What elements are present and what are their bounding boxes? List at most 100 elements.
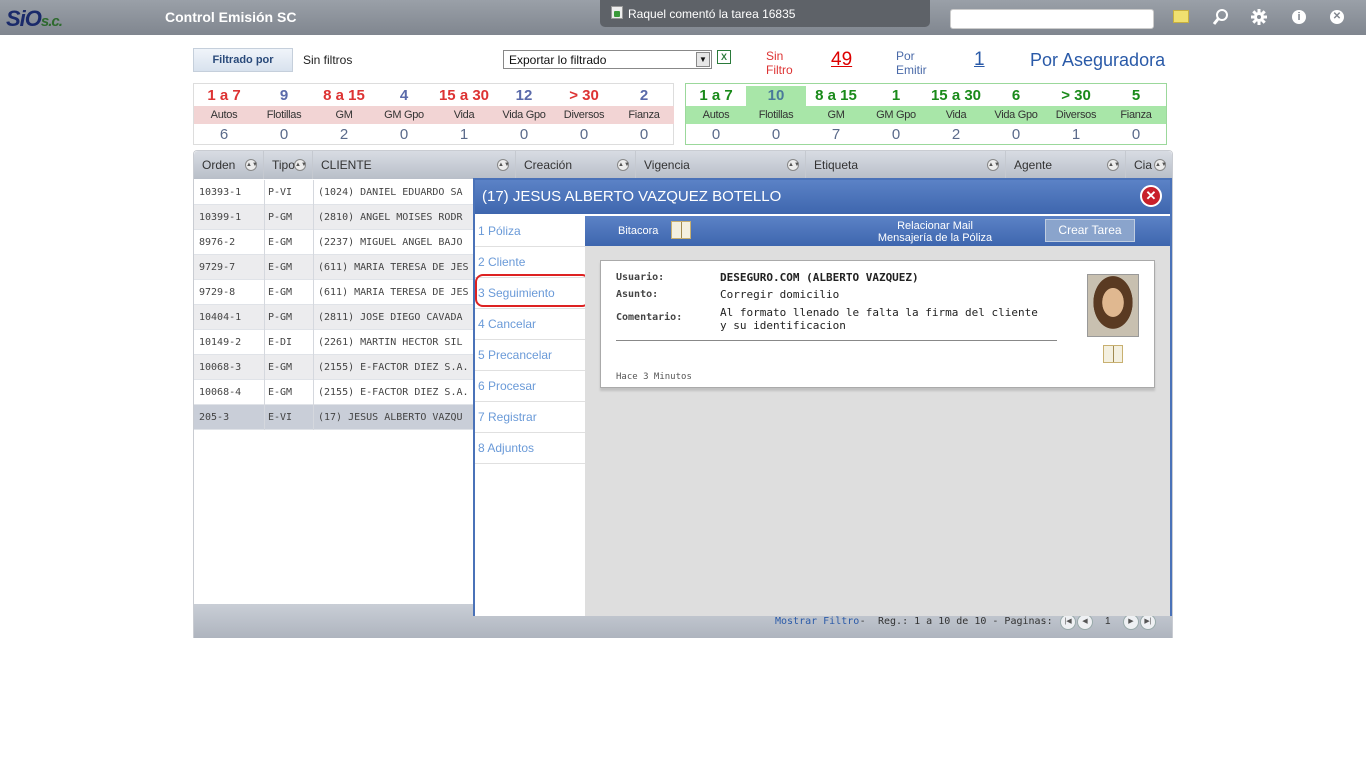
stat-label: Fianza	[614, 106, 674, 124]
stat-category[interactable]: > 30	[554, 86, 614, 106]
comentario-value: Al formato llenado le falta la firma del…	[720, 306, 1038, 332]
stat-category[interactable]: 8 a 15	[314, 86, 374, 106]
col-header-creacion[interactable]: Creación ▲▼	[516, 151, 636, 179]
modal-nav-item[interactable]: 5 Precancelar	[475, 340, 585, 371]
usuario-label: Usuario:	[616, 272, 665, 283]
stat-category[interactable]: 5	[1106, 86, 1166, 106]
col-header-vigencia[interactable]: Vigencia ▲▼	[636, 151, 806, 179]
table-row[interactable]: 10393-1 P-VI (1024) DANIEL EDUARDO SA	[194, 180, 474, 205]
stat-category[interactable]: 15 a 30	[434, 86, 494, 106]
col-header-orden[interactable]: Orden ▲▼	[194, 151, 264, 179]
sort-icon[interactable]: ▲▼	[294, 159, 307, 171]
stat-value[interactable]: 2	[926, 125, 986, 145]
stat-category[interactable]: 10	[746, 86, 806, 106]
table-row[interactable]: 8976-2 E-GM (2237) MIGUEL ANGEL BAJO	[194, 230, 474, 255]
stat-category[interactable]: 6	[986, 86, 1046, 106]
note-icon[interactable]	[1173, 10, 1189, 23]
sort-icon[interactable]: ▲▼	[1154, 159, 1167, 171]
modal-nav-item[interactable]: 7 Registrar	[475, 402, 585, 433]
stat-category[interactable]: 1 a 7	[686, 86, 746, 106]
stat-category[interactable]: 4	[374, 86, 434, 106]
col-header-cliente[interactable]: CLIENTE ▲▼	[313, 151, 516, 179]
close-icon[interactable]: ✕	[1330, 10, 1344, 24]
modal-nav-item[interactable]: 4 Cancelar	[475, 309, 585, 340]
sort-icon[interactable]: ▲▼	[617, 159, 630, 171]
table-row[interactable]: 10399-1 P-GM (2810) ANGEL MOISES RODR	[194, 205, 474, 230]
cell-cliente: (2810) ANGEL MOISES RODR	[318, 212, 463, 223]
sort-icon[interactable]: ▲▼	[245, 159, 258, 171]
modal-nav-item[interactable]: 1 Póliza	[475, 216, 585, 247]
stat-label: Flotillas	[254, 106, 314, 124]
notification-banner[interactable]: Raquel comentó la tarea 16835	[600, 0, 930, 27]
stat-value[interactable]: 0	[254, 125, 314, 145]
stat-category[interactable]: 1	[866, 86, 926, 106]
stat-value[interactable]: 0	[614, 125, 674, 145]
bitacora-label[interactable]: Bitacora	[618, 225, 658, 237]
col-header-etiqueta[interactable]: Etiqueta ▲▼	[806, 151, 1006, 179]
book-icon[interactable]	[671, 221, 691, 239]
stat-value[interactable]: 1	[1046, 125, 1106, 145]
stat-value[interactable]: 7	[806, 125, 866, 145]
modal-nav-item[interactable]: 6 Procesar	[475, 371, 585, 402]
col-header-agente[interactable]: Agente ▲▼	[1006, 151, 1126, 179]
crear-tarea-button[interactable]: Crear Tarea	[1045, 219, 1135, 242]
stat-value[interactable]: 6	[194, 125, 254, 145]
cell-tipo: E-GM	[268, 287, 293, 298]
por-emitir-count-link[interactable]: 1	[974, 49, 985, 71]
export-select[interactable]: Exportar lo filtrado ▼	[503, 50, 712, 69]
notification-icon	[611, 6, 623, 19]
sin-filtro-count-link[interactable]: 49	[831, 49, 852, 71]
col-header-cia[interactable]: Cia ▲▼	[1126, 151, 1172, 179]
sort-icon[interactable]: ▲▼	[987, 159, 1000, 171]
stats-panel-left: 1 a 7 Autos 6 9 Flotillas 0 8 a 15 GM 2 4 GM Gpo 0 1…	[193, 83, 674, 145]
stat-value[interactable]: 0	[374, 125, 434, 145]
stat-value[interactable]: 0	[686, 125, 746, 145]
stat-value[interactable]: 0	[1106, 125, 1166, 145]
modal-close-icon[interactable]: ✕	[1140, 185, 1162, 207]
filtrado-por-button[interactable]: Filtrado por	[193, 48, 293, 72]
stat-value[interactable]: 2	[314, 125, 374, 145]
stat-value[interactable]: 0	[746, 125, 806, 145]
stat-value[interactable]: 1	[434, 125, 494, 145]
search-icon[interactable]	[1212, 8, 1230, 26]
stat-category[interactable]: 9	[254, 86, 314, 106]
logo[interactable]: SiOs.c.	[6, 6, 63, 32]
top-search-input[interactable]	[950, 9, 1154, 29]
excel-icon[interactable]: X	[717, 50, 731, 64]
table-row[interactable]: 9729-8 E-GM (611) MARIA TERESA DE JES	[194, 280, 474, 305]
stat-category[interactable]: 15 a 30	[926, 86, 986, 106]
table-row[interactable]: 10404-1 P-GM (2811) JOSE DIEGO CAVADA	[194, 305, 474, 330]
stat-value[interactable]: 0	[986, 125, 1046, 145]
table-row[interactable]: 10068-3 E-GM (2155) E-FACTOR DIEZ S.A.	[194, 355, 474, 380]
last-page-icon[interactable]: ▶|	[1140, 614, 1156, 630]
table-row[interactable]: 9729-7 E-GM (611) MARIA TERESA DE JES	[194, 255, 474, 280]
sort-icon[interactable]: ▲▼	[787, 159, 800, 171]
modal-nav-item[interactable]: 8 Adjuntos	[475, 433, 585, 464]
table-row[interactable]: 10149-2 E-DI (2261) MARTIN HECTOR SIL	[194, 330, 474, 355]
sort-icon[interactable]: ▲▼	[497, 159, 510, 171]
col-header-tipo[interactable]: Tipo ▲▼	[264, 151, 313, 179]
gear-icon[interactable]	[1250, 8, 1268, 26]
next-page-icon[interactable]: ▶	[1123, 614, 1139, 630]
stat-category[interactable]: 12	[494, 86, 554, 106]
stat-category[interactable]: 1 a 7	[194, 86, 254, 106]
cell-tipo: E-DI	[268, 337, 293, 348]
stat-category[interactable]: 8 a 15	[806, 86, 866, 106]
relacionar-mail-link[interactable]: Relacionar Mail Mensajería de la Póliza	[855, 220, 1015, 244]
stat-value[interactable]: 0	[554, 125, 614, 145]
stat-category[interactable]: > 30	[1046, 86, 1106, 106]
book-icon[interactable]	[1103, 345, 1123, 363]
info-icon[interactable]: i	[1292, 10, 1306, 24]
stat-value[interactable]: 0	[494, 125, 554, 145]
view-title[interactable]: Por Aseguradora	[1030, 50, 1165, 71]
stat-value[interactable]: 0	[866, 125, 926, 145]
mostrar-filtro-link[interactable]: Mostrar Filtro	[775, 616, 859, 627]
sort-icon[interactable]: ▲▼	[1107, 159, 1120, 171]
prev-page-icon[interactable]: ◀	[1077, 614, 1093, 630]
stat-label: Diversos	[554, 106, 614, 124]
table-row[interactable]: 10068-4 E-GM (2155) E-FACTOR DIEZ S.A.	[194, 380, 474, 405]
page-number[interactable]: 1	[1105, 616, 1111, 627]
first-page-icon[interactable]: |◀	[1060, 614, 1076, 630]
table-row[interactable]: 205-3 E-VI (17) JESUS ALBERTO VAZQU	[194, 405, 474, 430]
stat-category[interactable]: 2	[614, 86, 674, 106]
